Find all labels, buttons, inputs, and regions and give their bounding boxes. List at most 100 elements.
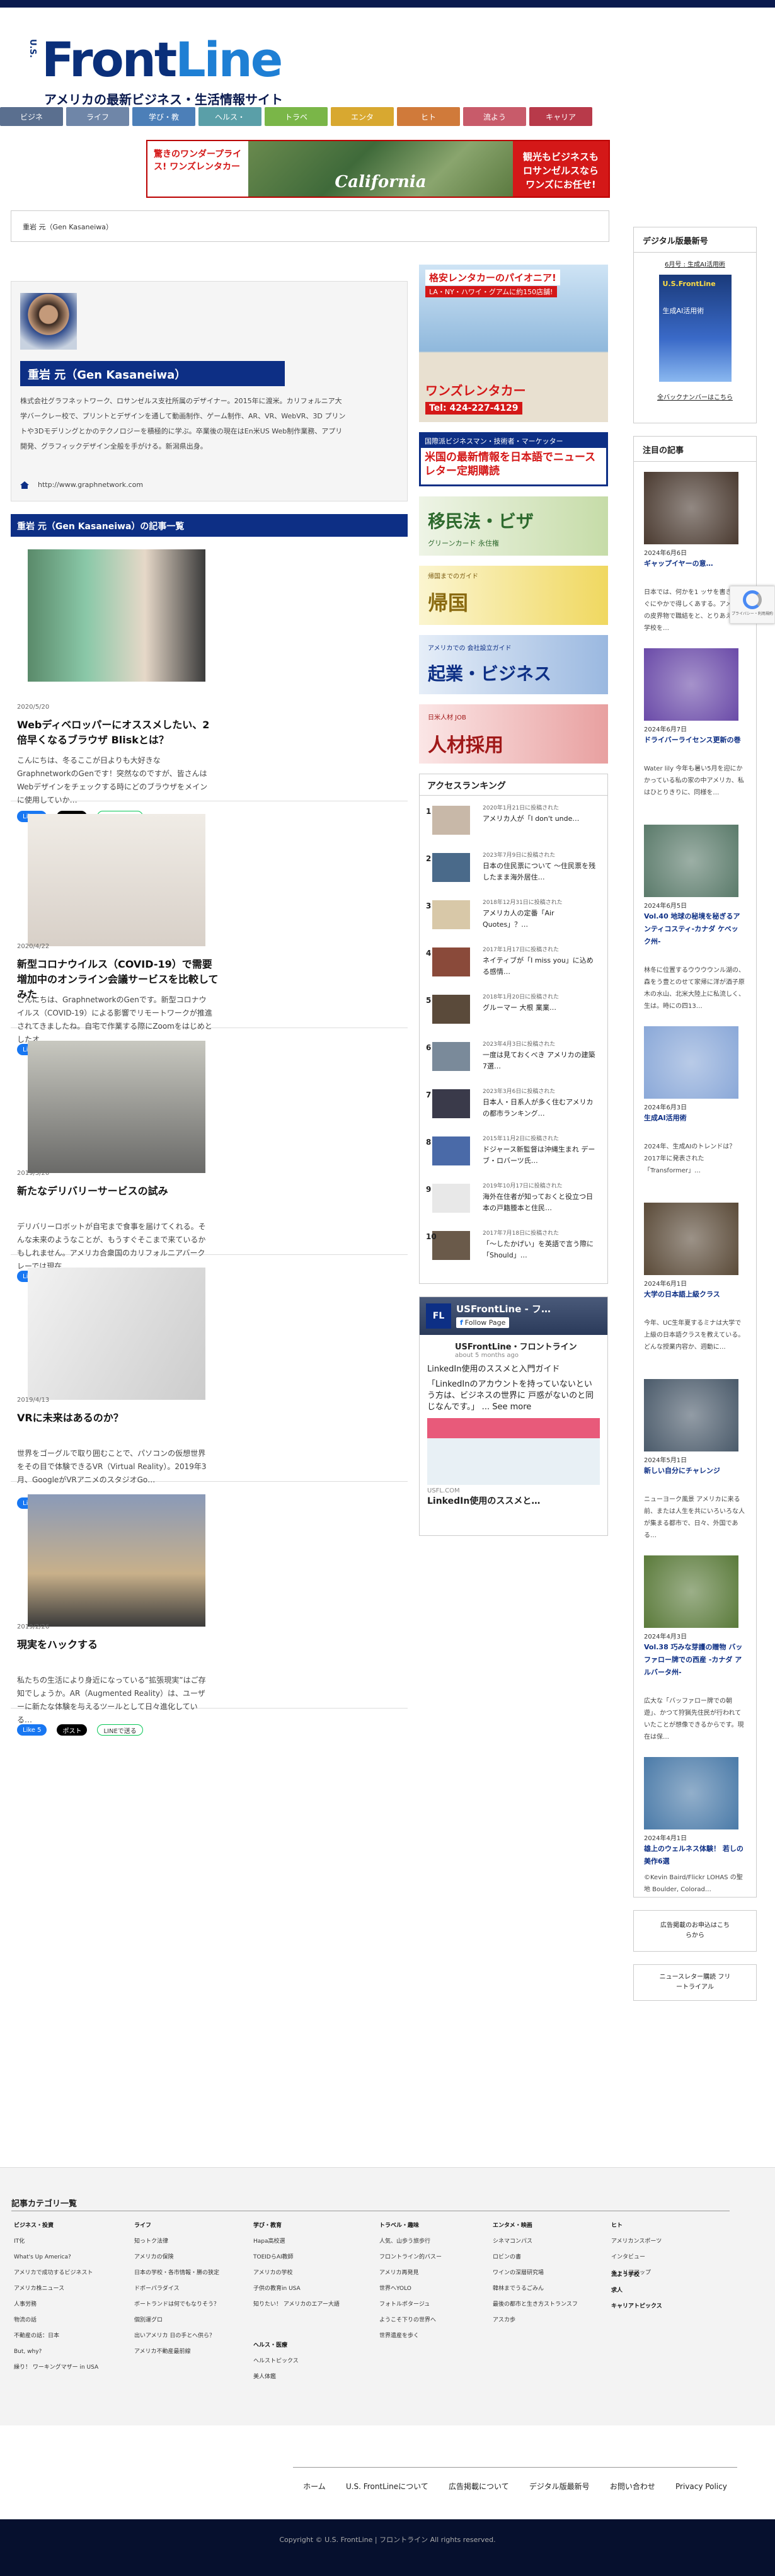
footer-cat-link[interactable]: 日本の学校・各市情報・勝の狭定 xyxy=(134,2265,241,2281)
footer-cat-link[interactable]: アメリカ再発見 xyxy=(379,2265,486,2281)
footer-cat-link[interactable]: ヘルストピックス xyxy=(253,2354,360,2369)
featured-item[interactable]: 2024年6月3日 生成AI活用術 2024年、生成AIのトレンドは？ 2017年に… xyxy=(634,1026,756,1203)
ad-rentacar[interactable]: 格安レンタカーのパイオニア! LA・NY・ハワイ・グアムに約150店舗! ワンズ… xyxy=(419,265,608,422)
digital-cover[interactable]: U.S.FrontLine 生成AI活用術 xyxy=(658,275,732,382)
facebook-like-button[interactable]: Like 5 xyxy=(17,1724,47,1736)
article-thumbnail[interactable] xyxy=(28,1494,205,1627)
article-title[interactable]: VRに未来はあるのか？ xyxy=(17,1411,219,1426)
ranking-title[interactable]: 一度は見ておくべき アメリカの建築7選… xyxy=(483,1050,599,1072)
backnumber-link[interactable]: 全バックナンバーはこちら xyxy=(634,392,756,401)
footer-nav-link[interactable]: U.S. FrontLineについて xyxy=(346,2481,428,2492)
facebook-widget[interactable]: FL USFrontLine - フ… f Follow Page USFront… xyxy=(419,1297,608,1536)
footer-cat-link[interactable]: 物流の話 xyxy=(14,2313,121,2328)
line-share-button[interactable]: LINEで送る xyxy=(97,1724,143,1736)
ranking-item[interactable]: 5 2018年1月20日に投稿された グルーマー 大根 業業… xyxy=(420,991,607,1035)
footer-cat-link[interactable]: ロビンの書 xyxy=(493,2250,600,2265)
footer-nav-link[interactable]: 広告掲載について xyxy=(449,2481,509,2492)
article-thumbnail[interactable] xyxy=(28,814,205,946)
ad-recruiting[interactable]: 日米人材 JOB 人材採用 xyxy=(419,704,608,764)
footer-cat-link[interactable]: ボートランドは何でもなりそう？ xyxy=(134,2297,241,2313)
footer-cat-heading[interactable]: ヒト xyxy=(611,2218,718,2234)
featured-item[interactable]: 2024年6月7日 ドライバーライセンス更新の巻 Water lily 今年も暑い5… xyxy=(634,648,756,825)
footer-cat-link[interactable]: 韓林までうるごみん xyxy=(493,2281,600,2297)
ranking-item[interactable]: 7 2023年3月6日に投稿された 日本人・日系人が多く住むアメリカの都市ランキング… xyxy=(420,1085,607,1130)
ad-startup[interactable]: アメリカでの 会社設立ガイド 起業・ビジネス xyxy=(419,635,608,694)
footer-cat-link[interactable]: アメリカ株ニュース xyxy=(14,2281,121,2297)
footer-cat-link[interactable]: 人事労務 xyxy=(14,2297,121,2313)
featured-title[interactable]: ギャップイヤーの意… xyxy=(644,558,745,570)
ad-apply-link[interactable]: 広告掲載のお申込はこちらから xyxy=(633,1910,757,1952)
footer-cat-link[interactable]: TOEIDらAI教師 xyxy=(253,2250,360,2265)
ranking-item[interactable]: 3 2018年12月31日に投稿された アメリカ人の定番「Air Quotes」？… xyxy=(420,896,607,941)
footer-cat-link[interactable]: 出いアメリカ 日の手とへ供ら？ xyxy=(134,2328,241,2344)
newsletter-link[interactable]: ニュースレター購読 フリートライアル xyxy=(633,1964,757,2001)
featured-item[interactable]: 2024年5月1日 新しい自分にチャレンジ ニューヨーク風景 アメリカに来る前、また… xyxy=(634,1379,756,1555)
footer-cat-link[interactable]: 美人体鑑 xyxy=(253,2369,360,2385)
site-logo[interactable]: U.S. FrontLine アメリカの最新ビジネス・生活情報サイト xyxy=(18,31,314,113)
featured-title[interactable]: Vol.40 地球の秘境を秘ぎるアンティコスティ-カナダ ケベック州- xyxy=(644,910,745,948)
footer-cat-heading[interactable]: トラベル・趣味 xyxy=(379,2218,486,2234)
footer-cat-heading[interactable]: エンタメ・映画 xyxy=(493,2218,600,2234)
article-thumbnail[interactable] xyxy=(28,1268,205,1400)
ranking-title[interactable]: 「〜したかげい」を英語で言う際に「Should」… xyxy=(483,1239,599,1261)
article-thumbnail[interactable] xyxy=(28,549,205,682)
footer-cat-link[interactable]: ドボーパラダイス xyxy=(134,2281,241,2297)
ranking-title[interactable]: アメリカ人が「I don't unde… xyxy=(483,813,599,825)
ranking-item[interactable]: 8 2015年11月2日に投稿された ドジャース新監督は沖縄生まれ デーブ・ロバーツ… xyxy=(420,1133,607,1177)
header-banner-ad[interactable]: 驚きのワンダープライス! ワンズレンタカー California 観光もビジネス… xyxy=(146,140,610,198)
footer-cat-heading[interactable]: 流よう学校 xyxy=(611,2267,718,2283)
footer-cat-heading[interactable]: 学び・教育 xyxy=(253,2218,360,2234)
footer-nav-link[interactable]: デジタル版最新号 xyxy=(529,2481,590,2492)
featured-title[interactable]: 生成AI活用術 xyxy=(644,1112,745,1125)
nav-item[interactable]: 流よう xyxy=(463,107,526,126)
footer-cat-link[interactable]: アスカ歩 xyxy=(493,2313,600,2328)
ranking-title[interactable]: アメリカ人の定番「Air Quotes」？… xyxy=(483,908,599,930)
ranking-title[interactable]: グルーマー 大根 業業… xyxy=(483,1002,599,1014)
nav-item[interactable]: トラベ xyxy=(265,107,328,126)
recaptcha-badge[interactable]: プライバシー・利用規約 xyxy=(730,586,775,624)
featured-title[interactable]: ドライバーライセンス更新の巻 xyxy=(644,734,745,747)
ad-newsletter[interactable]: 国際派ビジネスマン・技術者・マーケッター 米国の最新情報を日本語でニュースレター… xyxy=(419,432,608,486)
footer-cat-link[interactable]: But, why? xyxy=(14,2344,121,2360)
featured-item[interactable]: 2024年6月1日 大学の日本語上級クラス 今年、UC生年夏するミナは大学で上級の日… xyxy=(634,1203,756,1379)
featured-title[interactable]: 大学の日本語上級クラス xyxy=(644,1288,745,1301)
footer-cat-heading[interactable]: 求人 xyxy=(611,2283,718,2299)
footer-cat-link[interactable]: 世界遺産を歩く xyxy=(379,2328,486,2344)
footer-cat-link[interactable]: 世界へYOLO xyxy=(379,2281,486,2297)
footer-cat-link[interactable]: What's Up America? xyxy=(14,2250,121,2265)
footer-cat-link[interactable]: ようこそ下りの世界へ xyxy=(379,2313,486,2328)
nav-item[interactable]: ライフ xyxy=(66,107,129,126)
footer-cat-link[interactable]: Hapa高校選 xyxy=(253,2234,360,2250)
article-thumbnail[interactable] xyxy=(28,1041,205,1173)
ranking-item[interactable]: 6 2023年4月3日に投稿された 一度は見ておくべき アメリカの建築7選… xyxy=(420,1038,607,1082)
ranking-item[interactable]: 4 2017年1月17日に投稿された ネイティブが「I miss you」に込める感… xyxy=(420,944,607,988)
ad-return-home[interactable]: 帰国までのガイド 帰国 xyxy=(419,566,608,625)
ranking-title[interactable]: 海外在住者が知っておくと役立つ日本の戸籍謄本と住民… xyxy=(483,1191,599,1214)
article-title[interactable]: Webディベロッパーにオススメしたい、2倍早くなるブラウザ Bliskとは？ xyxy=(17,718,219,748)
ranking-title[interactable]: ネイティブが「I miss you」に込める感情… xyxy=(483,955,599,978)
footer-cat-link[interactable]: 繰り！ ワーキングマザー in USA xyxy=(14,2360,121,2376)
nav-item[interactable]: エンタ xyxy=(331,107,394,126)
footer-cat-link[interactable]: 知りたい！ アメリカのエアー大語 xyxy=(253,2297,360,2313)
ranking-title[interactable]: 日本人・日系人が多く住むアメリカの都市ランキング… xyxy=(483,1097,599,1119)
footer-cat-link[interactable]: 個別運グロ xyxy=(134,2313,241,2328)
ranking-title[interactable]: ドジャース新監督は沖縄生まれ デーブ・ロバーツ氏… xyxy=(483,1144,599,1167)
footer-cat-link[interactable]: アメリカの学校 xyxy=(253,2265,360,2281)
footer-cat-link[interactable]: フォトルポタージュ xyxy=(379,2297,486,2313)
footer-cat-link[interactable]: アメリカンスポーツ xyxy=(611,2234,718,2250)
featured-title[interactable]: 雄上のウェルネス体験！ 若しの美作6選 xyxy=(644,1843,745,1868)
footer-cat-heading[interactable]: ライフ xyxy=(134,2218,241,2234)
featured-item[interactable]: 2024年6月5日 Vol.40 地球の秘境を秘ぎるアンティコスティ-カナダ ケベ… xyxy=(634,825,756,1026)
featured-item[interactable]: 2024年4月3日 Vol.38 巧みな芽護の贈物 バッファロー牌での西産 -カナ… xyxy=(634,1555,756,1757)
footer-cat-link[interactable]: アメリカの保険 xyxy=(134,2250,241,2265)
footer-cat-link[interactable]: アメリカで成功するビジネスト xyxy=(14,2265,121,2281)
x-post-button[interactable]: ポスト xyxy=(57,1724,88,1736)
fb-follow-button[interactable]: f Follow Page xyxy=(456,1317,510,1328)
footer-cat-link[interactable]: 知っトク法律 xyxy=(134,2234,241,2250)
footer-cat-link[interactable]: フロントライン的バスー xyxy=(379,2250,486,2265)
footer-cat-link[interactable]: IT化 xyxy=(14,2234,121,2250)
nav-item[interactable]: キャリア xyxy=(529,107,592,126)
article-title[interactable]: 現実をハックする xyxy=(17,1637,219,1652)
footer-nav-link[interactable]: ホーム xyxy=(303,2481,326,2492)
nav-item[interactable]: ビジネ xyxy=(0,107,63,126)
